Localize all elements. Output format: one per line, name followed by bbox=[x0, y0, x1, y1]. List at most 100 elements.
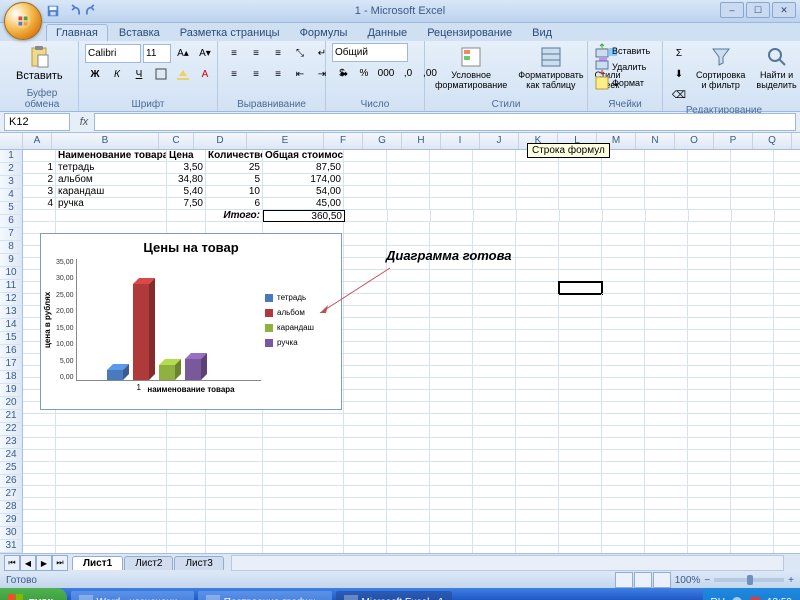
cell[interactable] bbox=[603, 210, 646, 222]
cell[interactable] bbox=[344, 330, 387, 342]
cell[interactable] bbox=[645, 342, 688, 354]
cell[interactable] bbox=[516, 330, 559, 342]
cell[interactable] bbox=[430, 474, 473, 486]
cell[interactable] bbox=[263, 414, 344, 426]
cell[interactable] bbox=[167, 474, 206, 486]
cell[interactable] bbox=[645, 522, 688, 534]
cell[interactable] bbox=[516, 174, 559, 186]
cell[interactable] bbox=[387, 426, 430, 438]
row-header[interactable]: 11 bbox=[0, 280, 23, 293]
cell[interactable] bbox=[344, 450, 387, 462]
cell[interactable] bbox=[602, 330, 645, 342]
zoom-in-button[interactable]: + bbox=[788, 575, 794, 586]
cell[interactable] bbox=[263, 546, 344, 553]
cell[interactable] bbox=[731, 246, 774, 258]
cell[interactable] bbox=[517, 210, 560, 222]
cell[interactable] bbox=[387, 234, 430, 246]
cell[interactable]: 3 bbox=[23, 186, 56, 198]
row-header[interactable]: 17 bbox=[0, 358, 23, 371]
borders-button[interactable] bbox=[151, 64, 171, 84]
cell[interactable] bbox=[688, 282, 731, 294]
column-header[interactable]: C bbox=[159, 133, 194, 149]
cell[interactable] bbox=[602, 426, 645, 438]
cell[interactable] bbox=[473, 390, 516, 402]
sheet-nav-prev[interactable]: ◀ bbox=[20, 555, 36, 571]
cell[interactable] bbox=[23, 150, 56, 162]
cell[interactable] bbox=[473, 306, 516, 318]
cell[interactable] bbox=[206, 426, 263, 438]
cell[interactable] bbox=[559, 426, 602, 438]
cell[interactable] bbox=[473, 510, 516, 522]
cell[interactable] bbox=[559, 318, 602, 330]
cell[interactable] bbox=[602, 486, 645, 498]
cell[interactable] bbox=[774, 522, 800, 534]
cell[interactable] bbox=[645, 162, 688, 174]
row-header[interactable]: 12 bbox=[0, 293, 23, 306]
column-header[interactable]: I bbox=[441, 133, 480, 149]
cell[interactable] bbox=[387, 522, 430, 534]
cell[interactable] bbox=[263, 462, 344, 474]
cell[interactable] bbox=[430, 186, 473, 198]
sheet-tab[interactable]: Лист3 bbox=[174, 556, 223, 570]
cell[interactable] bbox=[206, 522, 263, 534]
taskbar-task[interactable]: Построение график... bbox=[198, 591, 332, 600]
cell[interactable] bbox=[645, 270, 688, 282]
cell[interactable] bbox=[731, 522, 774, 534]
cell[interactable] bbox=[23, 486, 56, 498]
cell[interactable] bbox=[602, 234, 645, 246]
cell[interactable] bbox=[23, 438, 56, 450]
cell[interactable] bbox=[559, 402, 602, 414]
cell[interactable]: Цена bbox=[167, 150, 206, 162]
cell[interactable] bbox=[387, 330, 430, 342]
minimize-button[interactable]: – bbox=[720, 2, 744, 18]
fx-icon[interactable]: fx bbox=[74, 116, 94, 128]
cell[interactable] bbox=[387, 498, 430, 510]
cell[interactable] bbox=[774, 318, 800, 330]
number-format-select[interactable] bbox=[332, 43, 408, 62]
cell[interactable] bbox=[602, 378, 645, 390]
cell[interactable] bbox=[559, 450, 602, 462]
cell[interactable] bbox=[473, 546, 516, 553]
cell[interactable] bbox=[774, 534, 800, 546]
cell[interactable] bbox=[645, 150, 688, 162]
view-break-button[interactable] bbox=[653, 572, 671, 588]
cell[interactable] bbox=[774, 258, 800, 270]
cell[interactable] bbox=[387, 366, 430, 378]
row-header[interactable]: 9 bbox=[0, 254, 23, 267]
cell[interactable] bbox=[23, 426, 56, 438]
cell[interactable] bbox=[516, 306, 559, 318]
cell[interactable] bbox=[56, 486, 167, 498]
cell[interactable]: Общая стоимость bbox=[263, 150, 344, 162]
cell[interactable] bbox=[430, 150, 473, 162]
column-header[interactable]: D bbox=[194, 133, 247, 149]
cell[interactable] bbox=[167, 450, 206, 462]
row-header[interactable]: 4 bbox=[0, 189, 23, 202]
cell[interactable] bbox=[206, 474, 263, 486]
cell[interactable] bbox=[731, 294, 774, 306]
cell[interactable] bbox=[344, 306, 387, 318]
tray-icon[interactable] bbox=[749, 596, 761, 600]
cell[interactable] bbox=[56, 474, 167, 486]
decrease-indent-button[interactable]: ⇤ bbox=[290, 64, 310, 84]
cell[interactable] bbox=[774, 486, 800, 498]
cell[interactable] bbox=[167, 510, 206, 522]
cell[interactable] bbox=[387, 318, 430, 330]
cell[interactable] bbox=[167, 498, 206, 510]
cell[interactable] bbox=[344, 294, 387, 306]
cell[interactable] bbox=[731, 474, 774, 486]
cell[interactable] bbox=[731, 534, 774, 546]
zoom-slider[interactable] bbox=[714, 578, 784, 582]
align-center-button[interactable]: ≡ bbox=[246, 64, 266, 84]
cell[interactable]: 5,40 bbox=[167, 186, 206, 198]
cell[interactable] bbox=[387, 354, 430, 366]
cell[interactable] bbox=[516, 390, 559, 402]
cell[interactable] bbox=[688, 378, 731, 390]
cell[interactable] bbox=[774, 306, 800, 318]
cell[interactable] bbox=[688, 414, 731, 426]
cell[interactable] bbox=[387, 402, 430, 414]
cell[interactable] bbox=[559, 378, 602, 390]
cell[interactable] bbox=[344, 246, 387, 258]
cell[interactable] bbox=[645, 402, 688, 414]
cell[interactable] bbox=[344, 498, 387, 510]
cell[interactable] bbox=[774, 378, 800, 390]
